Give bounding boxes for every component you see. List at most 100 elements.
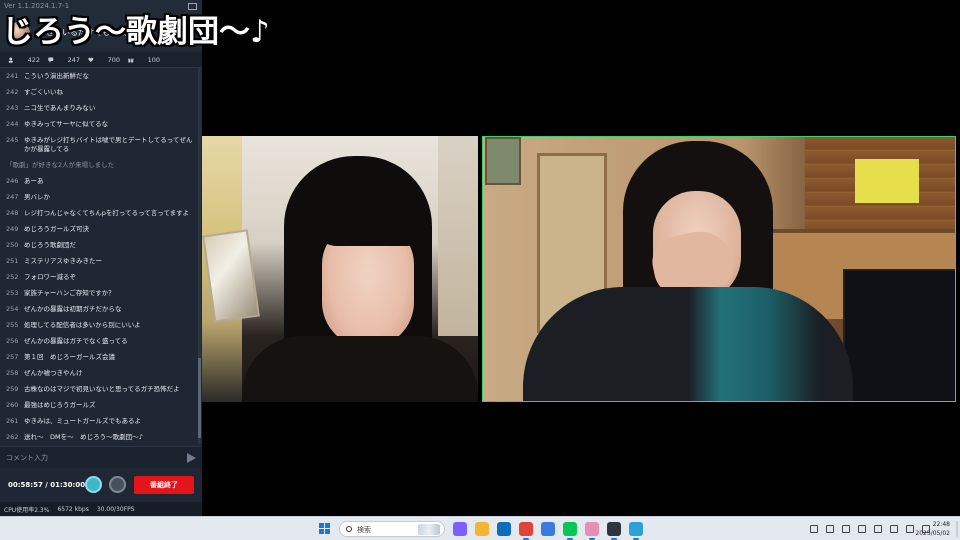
comment-number: 251 <box>6 257 19 265</box>
comment-text: 最強はめじろうガールズ <box>24 401 96 409</box>
list-item[interactable]: 242 すごくいいね <box>0 84 198 100</box>
keyboard-icon[interactable] <box>874 525 882 533</box>
refresh-button[interactable] <box>109 476 126 493</box>
person-jacket <box>523 287 853 401</box>
stat-value: 700 <box>107 55 120 64</box>
comment-number: 243 <box>6 104 19 112</box>
list-item[interactable]: 244 ゆきみってサーヤに似てるな <box>0 116 198 132</box>
list-item[interactable]: 249 めじろうガールズ可決 <box>0 221 198 237</box>
list-item[interactable]: 253 家族チャーハンご存知ですか？ <box>0 285 198 301</box>
list-item[interactable]: 255 処理してる配信者は多いから別にいいよ <box>0 317 198 333</box>
send-icon[interactable] <box>187 453 196 463</box>
comment-number: 258 <box>6 369 19 377</box>
comment-scrollbar[interactable] <box>198 68 201 444</box>
list-item[interactable]: 256 ぜんかの暴露はガチでなく盛ってる <box>0 333 198 349</box>
list-item[interactable]: 248 レジ打つんじゃなくてちんpを打ってるって言ってますよ <box>0 205 198 221</box>
list-item[interactable]: 261 ゆきみは、ミュートガールズでもあるよ <box>0 413 198 429</box>
windows-start-icon[interactable] <box>319 523 331 535</box>
list-item[interactable]: 262 送れ～ DMを～ めじろう～歌劇団～♪ <box>0 429 198 444</box>
comment-text: あーあ <box>24 177 44 185</box>
wifi-icon[interactable] <box>890 525 898 533</box>
comment-list[interactable]: 241 こういう演出新鮮だな 242 すごくいいね 243 ニコ生であんまりみない 244 ゆ… <box>0 68 198 444</box>
volume-icon[interactable] <box>906 525 914 533</box>
comment-number: 261 <box>6 417 19 425</box>
taskbar: 検索 22:48 2025/05/02 <box>0 516 960 540</box>
cpu-usage: CPU使用率2.3% <box>4 506 50 514</box>
list-item[interactable]: 245 ゆきみがレジ打ちバイトは嘘で男とデートしてるってぜんかが暴露してる <box>0 132 198 157</box>
gift-icon <box>128 58 134 62</box>
list-item[interactable]: 246 あーあ <box>0 173 198 189</box>
comment-text: レジ打つんじゃなくてちんpを打ってるって言ってますよ <box>24 209 190 217</box>
comment-number: 259 <box>6 385 19 393</box>
comment-number: 254 <box>6 305 19 313</box>
comment-text: ゆきみがレジ打ちバイトは嘘で男とデートしてるってぜんかが暴露してる <box>24 136 193 153</box>
person-bangs <box>314 186 418 246</box>
heart-icon <box>88 57 94 62</box>
line-icon[interactable] <box>563 522 577 540</box>
comment-input[interactable] <box>6 451 176 465</box>
outlook-icon[interactable] <box>497 522 511 536</box>
comment-number: 253 <box>6 289 19 297</box>
comment-text: 男バレか <box>24 193 50 201</box>
stat-value: 100 <box>147 55 160 64</box>
comment-text: フォロワー減るぞ <box>24 273 76 281</box>
overlay-title: じろう〜歌劇団〜♪ <box>2 14 270 50</box>
wall-frame <box>485 137 521 185</box>
obs-icon[interactable] <box>607 522 621 540</box>
yellow-poster <box>855 159 919 203</box>
comment-number: 241 <box>6 72 19 80</box>
list-item[interactable]: 247 男バレか <box>0 189 198 205</box>
clock-time: 22:48 <box>932 521 950 528</box>
comment-text: めじろうガールズ可決 <box>24 225 89 233</box>
system-notice[interactable]: 「歌劇」が好きな2人が来場しました <box>0 157 198 173</box>
ime-icon[interactable] <box>826 525 834 533</box>
list-item[interactable]: 260 最強はめじろうガールズ <box>0 397 198 413</box>
app-pink-icon[interactable] <box>585 522 599 540</box>
notification-icon[interactable] <box>858 525 866 533</box>
chrome-icon[interactable] <box>519 522 533 540</box>
control-bar: 00:58:57 / 01:30:00 番組終了 <box>0 470 202 500</box>
camera-toggle-button[interactable] <box>85 476 102 493</box>
video-tile-right[interactable] <box>482 136 956 402</box>
list-item[interactable]: 251 ミステリアスゆきみきたー <box>0 253 198 269</box>
list-item[interactable]: 252 フォロワー減るぞ <box>0 269 198 285</box>
comment-number: 250 <box>6 241 19 249</box>
broadcast-timer: 00:58:57 / 01:30:00 <box>8 481 86 489</box>
scrollbar-thumb[interactable] <box>198 358 201 438</box>
list-item[interactable]: 243 ニコ生であんまりみない <box>0 100 198 116</box>
comment-input-area <box>0 446 202 468</box>
copilot-icon[interactable] <box>453 522 467 536</box>
list-item[interactable]: 250 めじろう歌劇団だ <box>0 237 198 253</box>
comment-number: 256 <box>6 337 19 345</box>
show-desktop-button[interactable] <box>956 521 958 537</box>
comment-text: 「歌劇」が好きな2人が来場しました <box>6 161 115 169</box>
chevron-up-icon[interactable] <box>810 525 818 533</box>
clock[interactable]: 22:48 2025/05/02 <box>915 520 950 538</box>
microphone-icon[interactable] <box>842 525 850 533</box>
video-tile-left[interactable] <box>202 136 478 402</box>
comment-number: 246 <box>6 177 19 185</box>
list-item[interactable]: 257 第１回 めじろーガールズ会議 <box>0 349 198 365</box>
comment-text: ぜんかの暴露は初期ガチだからな <box>24 305 122 313</box>
comment-text: 処理してる配信者は多いから別にいいよ <box>24 321 141 329</box>
list-item[interactable]: 258 ぜんか嘘つきやんけ <box>0 365 198 381</box>
comment-number: 260 <box>6 401 19 409</box>
stat-likes: 700 <box>80 56 120 64</box>
taskbar-search[interactable]: 検索 <box>339 521 445 537</box>
list-item[interactable]: 241 こういう演出新鮮だな <box>0 68 198 84</box>
comment-text: 第１回 めじろーガールズ会議 <box>24 353 115 361</box>
list-item[interactable]: 259 古株なのはマジで初見いないと思ってるガチ恐怖だよ <box>0 381 198 397</box>
end-broadcast-button[interactable]: 番組終了 <box>134 476 194 494</box>
list-item[interactable]: 254 ぜんかの暴露は初期ガチだからな <box>0 301 198 317</box>
comment-number: 247 <box>6 193 19 201</box>
broadcaster-panel: Ver 1.1.2024.1.7-1 ゆきみいるだけでも地獄になる 422 24… <box>0 0 202 516</box>
chrome-profile-icon[interactable] <box>541 522 555 536</box>
comment-text: ゆきみは、ミュートガールズでもあるよ <box>24 417 141 425</box>
file-explorer-icon[interactable] <box>475 522 489 536</box>
app-window-icon[interactable] <box>629 522 643 540</box>
search-icon <box>346 526 352 532</box>
person-icon <box>8 57 13 63</box>
comment-text: こういう演出新鮮だな <box>24 72 89 80</box>
television <box>843 269 955 401</box>
comment-text: ニコ生であんまりみない <box>24 104 96 112</box>
